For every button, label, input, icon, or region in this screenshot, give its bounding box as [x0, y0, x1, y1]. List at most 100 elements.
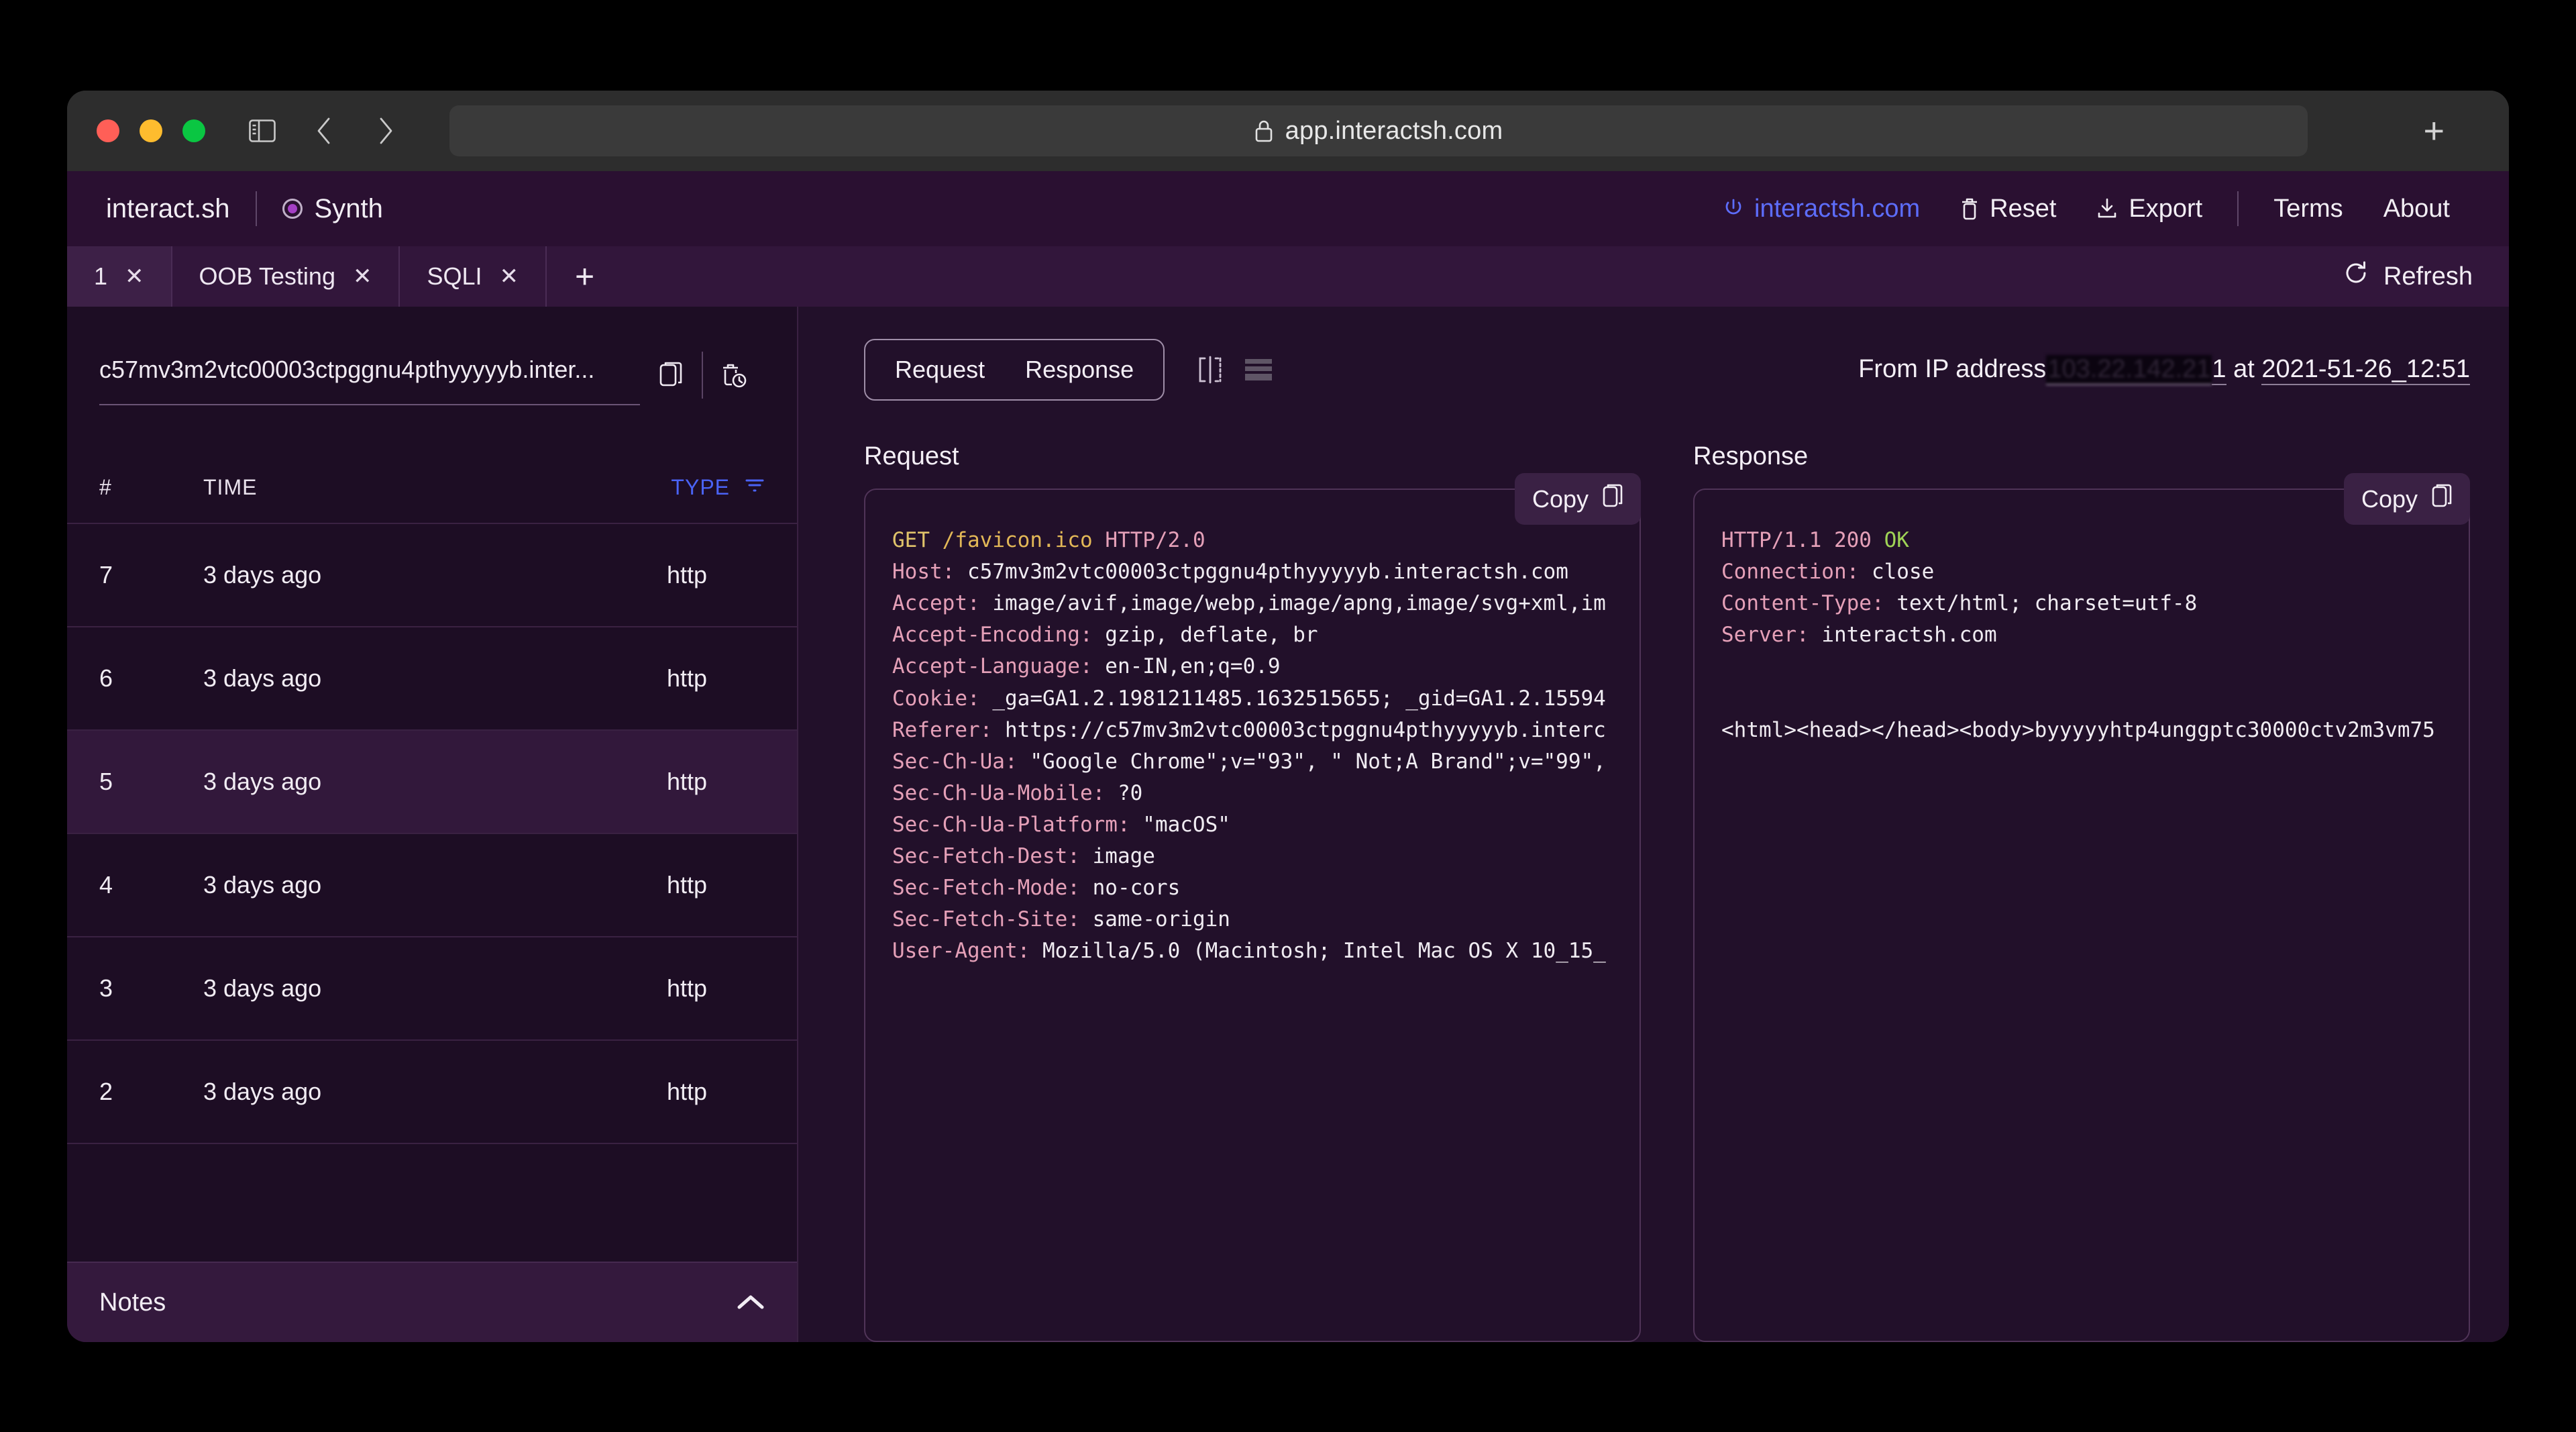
copy-icon	[1602, 482, 1623, 515]
row-time: 3 days ago	[203, 561, 322, 589]
domain-row: c57mv3m2vtc00003ctpggnu4pthyyyyyb.inter.…	[67, 307, 797, 413]
row-number: 7	[99, 561, 113, 589]
header-key: Sec-Ch-Ua:	[892, 749, 1018, 774]
copy-icon	[2431, 482, 2453, 515]
about-link[interactable]: About	[2363, 195, 2470, 223]
header-key: Referer:	[892, 717, 993, 742]
response-body: <html><head></head><body>byyyyyhtp4unggp…	[1721, 717, 2435, 742]
segment-response[interactable]: Response	[1005, 356, 1154, 384]
header-key: Connection:	[1721, 560, 1860, 584]
url-text: app.interactsh.com	[1285, 116, 1503, 145]
header-value: image/avif,image/webp,image/apng,image/s…	[992, 591, 1606, 616]
header-key: Accept-Language:	[892, 654, 1093, 679]
split-view-icon[interactable]	[1197, 355, 1224, 385]
table-row[interactable]: 4 3 days ago http	[67, 834, 797, 937]
delete-history-icon[interactable]	[703, 348, 765, 402]
domain-input[interactable]: c57mv3m2vtc00003ctpggnu4pthyyyyyb.inter.…	[99, 356, 640, 405]
new-tab-button[interactable]: +	[2423, 113, 2445, 149]
row-time: 3 days ago	[203, 664, 322, 692]
divider	[255, 191, 257, 226]
sidebar-toggle-icon[interactable]	[247, 115, 278, 146]
address-bar[interactable]: app.interactsh.com	[449, 105, 2308, 156]
export-label: Export	[2129, 194, 2203, 223]
table-row[interactable]: 7 3 days ago http	[67, 524, 797, 627]
minimize-window-button[interactable]	[140, 119, 162, 142]
header-key: Sec-Fetch-Dest:	[892, 844, 1080, 869]
tab-oob-testing[interactable]: OOB Testing ✕	[172, 246, 400, 307]
column-header-number: #	[99, 474, 111, 499]
interactsh-link[interactable]: interactsh.com	[1703, 195, 1940, 223]
ip-address-suffix: 1	[2212, 355, 2226, 385]
browser-window: app.interactsh.com + interact.sh Synth i…	[67, 91, 2509, 1342]
header-key: Sec-Ch-Ua-Platform:	[892, 812, 1130, 837]
column-header-time: TIME	[203, 474, 258, 499]
synth-indicator[interactable]: Synth	[282, 194, 383, 224]
header-value: "macOS"	[1142, 812, 1230, 837]
response-codebox[interactable]: HTTP/1.1 200 OK Connection: close Conten…	[1693, 489, 2470, 1342]
notes-label: Notes	[99, 1288, 166, 1317]
copy-icon[interactable]	[640, 348, 702, 402]
table-row[interactable]: 5 3 days ago http	[67, 731, 797, 834]
close-icon[interactable]: ✕	[353, 265, 372, 288]
terms-label: Terms	[2273, 194, 2343, 223]
header-value: "Google Chrome";v="93", " Not;A Brand";v…	[1030, 749, 1606, 774]
table-row[interactable]: 2 3 days ago http	[67, 1041, 797, 1144]
row-time: 3 days ago	[203, 768, 322, 795]
filter-icon[interactable]	[745, 475, 765, 500]
copy-response-button[interactable]: Copy	[2343, 473, 2470, 525]
export-button[interactable]: Export	[2076, 195, 2222, 223]
header-key: Accept-Encoding:	[892, 623, 1093, 648]
tab-1[interactable]: 1 ✕	[67, 246, 172, 307]
row-type: http	[666, 768, 707, 795]
table-row[interactable]: 6 3 days ago http	[67, 627, 797, 731]
brand-logo[interactable]: interact.sh	[106, 194, 230, 224]
request-codebox[interactable]: GET /favicon.ico HTTP/2.0 Host: c57mv3m2…	[864, 489, 1641, 1342]
interaction-timestamp: 2021-51-26_12:51	[2261, 355, 2470, 385]
reset-button[interactable]: Reset	[1940, 195, 2076, 223]
header-value: en-IN,en;q=0.9	[1105, 654, 1281, 679]
request-method: GET	[892, 528, 930, 552]
refresh-button[interactable]: Refresh	[2307, 246, 2509, 307]
list-view-icon[interactable]	[1244, 358, 1273, 382]
row-time: 3 days ago	[203, 1078, 322, 1105]
maximize-window-button[interactable]	[182, 119, 205, 142]
row-number: 2	[99, 1078, 113, 1105]
header-value: https://c57mv3m2vtc00003ctpggnu4pthyyyyy…	[1004, 717, 1606, 742]
row-type: http	[666, 664, 707, 692]
header-value: _ga=GA1.2.1981211485.1632515655; _gid=GA…	[992, 686, 1606, 711]
header-actions: interactsh.com Reset Export Terms About	[1703, 191, 2470, 226]
header-key: Sec-Fetch-Mode:	[892, 876, 1080, 901]
trash-icon	[1960, 197, 1979, 221]
header-key: Cookie:	[892, 686, 980, 711]
refresh-label: Refresh	[2383, 262, 2473, 291]
close-window-button[interactable]	[97, 119, 119, 142]
notes-panel-toggle[interactable]: Notes	[67, 1262, 797, 1342]
header-key: Content-Type:	[1721, 591, 1884, 616]
column-header-type[interactable]: TYPE	[671, 475, 765, 500]
segment-request[interactable]: Request	[875, 356, 1005, 384]
terms-link[interactable]: Terms	[2253, 195, 2363, 223]
close-icon[interactable]: ✕	[125, 265, 144, 288]
response-status-text: OK	[1884, 528, 1909, 552]
response-code: HTTP/1.1 200 OK Connection: close Conten…	[1721, 525, 2442, 746]
table-row[interactable]: 3 3 days ago http	[67, 937, 797, 1041]
row-number: 6	[99, 664, 113, 692]
row-type: http	[666, 1078, 707, 1105]
tab-sqli[interactable]: SQLI ✕	[400, 246, 547, 307]
app-root: interact.sh Synth interactsh.com Reset E…	[67, 171, 2509, 1342]
request-response-toggle[interactable]: Request Response	[864, 339, 1165, 401]
tab-bar: 1 ✕ OOB Testing ✕ SQLI ✕ + Refresh	[67, 246, 2509, 307]
about-label: About	[2383, 194, 2450, 223]
header-value: text/html; charset=utf-8	[1896, 591, 2198, 616]
close-icon[interactable]: ✕	[500, 265, 519, 288]
app-body: c57mv3m2vtc00003ctpggnu4pthyyyyyb.inter.…	[67, 307, 2509, 1342]
chevron-up-icon[interactable]	[737, 1294, 765, 1311]
chevron-right-icon[interactable]	[370, 115, 401, 146]
header-key: Accept:	[892, 591, 980, 616]
chevron-left-icon[interactable]	[309, 115, 339, 146]
request-path: /favicon.ico	[942, 528, 1093, 552]
header-key: Sec-Fetch-Site:	[892, 907, 1080, 932]
header-key: User-Agent:	[892, 939, 1030, 964]
add-tab-button[interactable]: +	[547, 246, 623, 307]
copy-request-button[interactable]: Copy	[1514, 473, 1641, 525]
